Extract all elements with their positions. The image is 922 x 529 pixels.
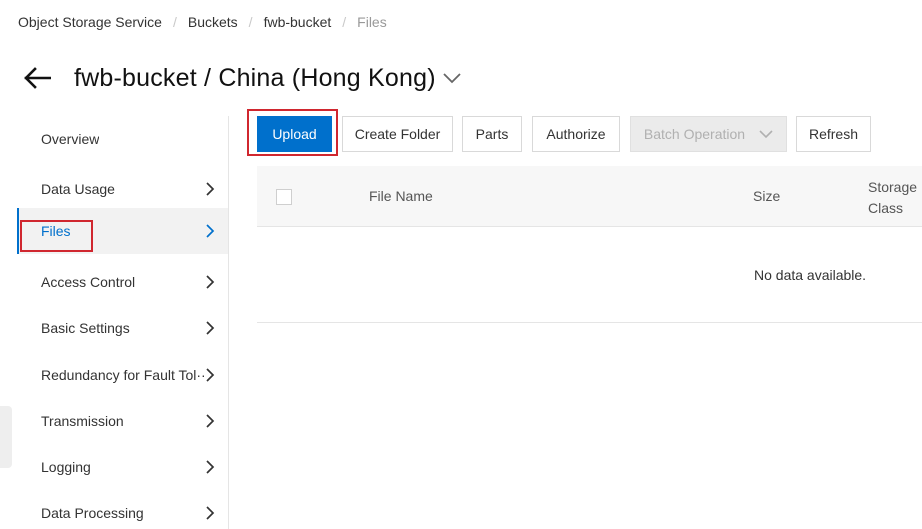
sidebar-item-transmission[interactable]: Transmission xyxy=(17,398,228,444)
authorize-button[interactable]: Authorize xyxy=(532,116,620,152)
refresh-button[interactable]: Refresh xyxy=(796,116,871,152)
table-header: File Name Size Storage Class xyxy=(257,166,922,227)
batch-operation-label: Batch Operation xyxy=(643,126,746,142)
sidebar-item-label: Logging xyxy=(41,459,91,475)
empty-state-text: No data available. xyxy=(754,267,867,283)
page-header: fwb-bucket / China (Hong Kong) xyxy=(22,58,462,98)
breadcrumb-separator: / xyxy=(248,14,253,30)
chevron-down-icon xyxy=(759,129,773,139)
sidebar-item-data-processing[interactable]: Data Processing xyxy=(17,490,228,529)
create-folder-button[interactable]: Create Folder xyxy=(342,116,453,152)
sidebar-item-redundancy[interactable]: Redundancy for Fault Tol··· xyxy=(17,352,228,398)
breadcrumb-bucket[interactable]: fwb-bucket xyxy=(264,14,332,30)
breadcrumb-separator: / xyxy=(172,14,177,30)
chevron-right-icon xyxy=(204,320,216,336)
column-header-size[interactable]: Size xyxy=(753,188,780,204)
chevron-right-icon xyxy=(204,505,216,521)
chevron-down-icon[interactable] xyxy=(442,68,462,88)
parts-button[interactable]: Parts xyxy=(462,116,522,152)
chevron-right-icon xyxy=(204,367,216,383)
breadcrumb: Object Storage Service / Buckets / fwb-b… xyxy=(18,12,387,32)
back-arrow-icon[interactable] xyxy=(22,63,52,93)
breadcrumb-buckets[interactable]: Buckets xyxy=(188,14,238,30)
upload-button[interactable]: Upload xyxy=(257,116,332,152)
sidebar-item-basic-settings[interactable]: Basic Settings xyxy=(17,305,228,351)
sidebar-item-label: Data Usage xyxy=(41,181,115,197)
column-header-storage-class[interactable]: Storage Class xyxy=(868,177,922,219)
sidebar-item-overview[interactable]: Overview xyxy=(17,116,228,162)
batch-operation-button[interactable]: Batch Operation xyxy=(630,116,787,152)
chevron-right-icon xyxy=(204,181,216,197)
table-empty-row: No data available. xyxy=(257,227,922,323)
breadcrumb-object-storage-service[interactable]: Object Storage Service xyxy=(18,14,162,30)
sidebar-item-label: Overview xyxy=(41,131,100,147)
sidebar-item-logging[interactable]: Logging xyxy=(17,444,228,490)
sidebar-item-access-control[interactable]: Access Control xyxy=(17,259,228,305)
sidebar-item-label: Transmission xyxy=(41,413,124,429)
sidebar-item-label: Files xyxy=(41,223,71,239)
sidebar-item-label: Basic Settings xyxy=(41,320,130,336)
sidebar-item-label: Data Processing xyxy=(41,505,144,521)
chevron-right-icon xyxy=(204,274,216,290)
column-header-file-name[interactable]: File Name xyxy=(369,188,433,204)
breadcrumb-separator: / xyxy=(342,14,347,30)
page-title: fwb-bucket / China (Hong Kong) xyxy=(74,63,436,92)
sidebar-item-data-usage[interactable]: Data Usage xyxy=(17,166,228,212)
chevron-right-icon xyxy=(204,223,216,239)
sidebar: Overview Data Usage Files Access Control… xyxy=(0,116,229,529)
sidebar-item-label: Access Control xyxy=(41,274,136,290)
sidebar-item-label: Redundancy for Fault Tol··· xyxy=(41,367,206,383)
sidebar-collapse-handle[interactable] xyxy=(0,406,12,468)
select-all-checkbox[interactable] xyxy=(276,189,292,205)
chevron-right-icon xyxy=(204,459,216,475)
sidebar-item-files[interactable]: Files xyxy=(17,208,228,254)
chevron-right-icon xyxy=(204,413,216,429)
breadcrumb-files: Files xyxy=(357,14,387,30)
